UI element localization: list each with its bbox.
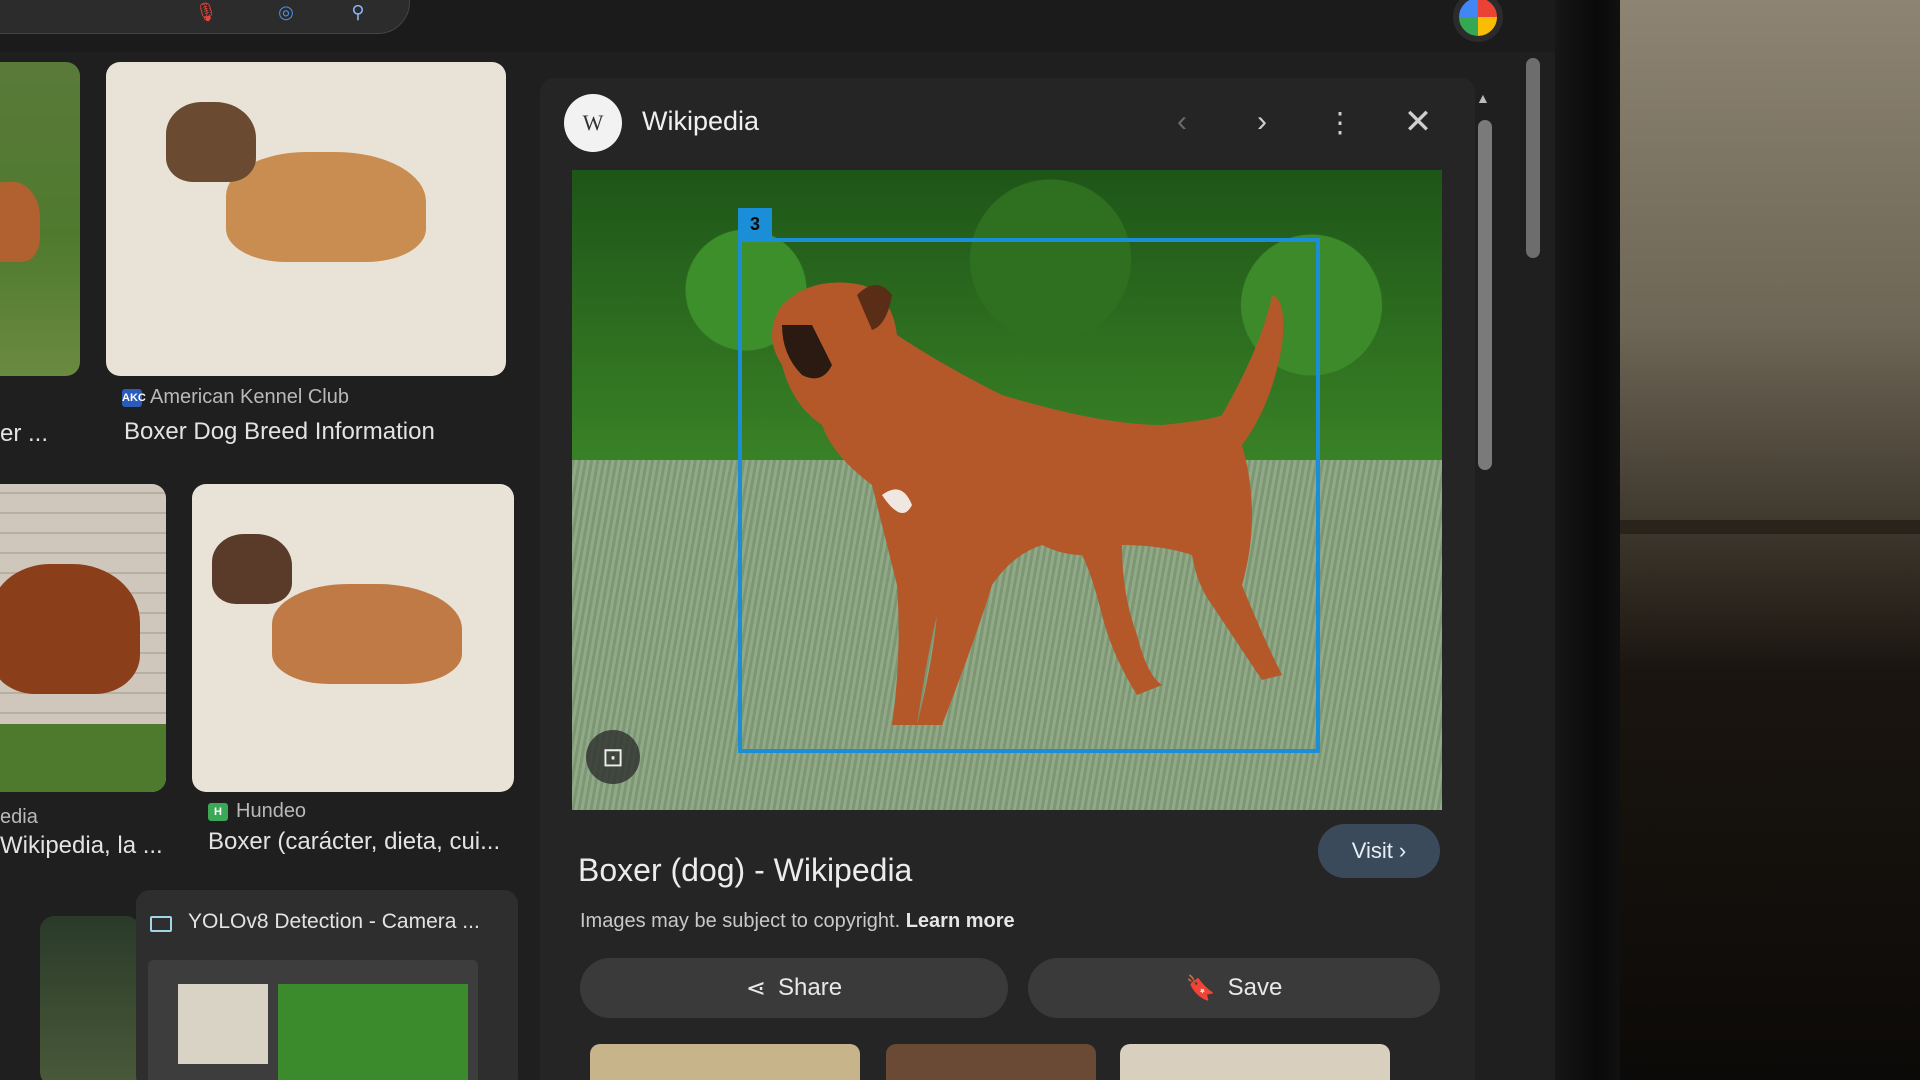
yolo-result-card[interactable]: YOLOv8 Detection - Camera ... — [136, 890, 518, 1080]
detection-label: 3 — [738, 208, 772, 240]
close-icon[interactable]: ✕ — [1396, 100, 1440, 144]
save-button[interactable]: 🔖 Save — [1028, 958, 1440, 1018]
microphone-icon[interactable]: 🎙 — [192, 0, 220, 24]
page-scrollbar[interactable] — [1526, 58, 1540, 258]
bookmark-icon: 🔖 — [1185, 974, 1216, 1002]
copyright-notice: Images may be subject to copyright. Lear… — [580, 910, 1015, 932]
more-vert-icon[interactable]: ⋮ — [1318, 100, 1362, 144]
result-image[interactable] — [40, 916, 140, 1080]
visit-button[interactable]: Visit › — [1318, 824, 1440, 878]
result-title: YOLOv8 Detection - Camera ... — [188, 910, 480, 933]
related-image[interactable] — [1120, 1044, 1390, 1080]
room-background — [1620, 0, 1920, 1080]
search-icon[interactable]: ⚲ — [344, 0, 372, 24]
related-image[interactable] — [886, 1044, 1096, 1080]
result-title[interactable]: Boxer Dog Breed Information — [124, 418, 435, 446]
learn-more-link[interactable]: Learn more — [906, 910, 1015, 932]
account-avatar[interactable] — [1453, 0, 1503, 42]
result-image[interactable] — [0, 62, 80, 376]
akc-favicon-icon: AKC — [122, 388, 146, 407]
preview-image[interactable]: 3 ⊡ — [572, 170, 1442, 810]
result-source: AKC American Kennel Club — [122, 386, 349, 408]
chevron-right-icon: › — [1398, 838, 1407, 863]
monitor-bezel — [1555, 0, 1625, 1080]
share-button[interactable]: ⋖ Share — [580, 958, 1008, 1018]
page-favicon-icon — [150, 916, 172, 932]
result-image[interactable] — [106, 62, 506, 376]
image-preview-panel: W Wikipedia ‹ › ⋮ ✕ 3 ⊡ Boxer (dog) - Wi… — [540, 78, 1475, 1080]
wikipedia-logo: W — [564, 94, 622, 152]
panel-source-name[interactable]: Wikipedia — [642, 106, 759, 137]
result-page-title[interactable]: Boxer (dog) - Wikipedia — [578, 852, 912, 889]
lens-search-icon[interactable]: ⊡ — [586, 730, 640, 784]
google-lens-icon[interactable]: ◎ — [272, 0, 300, 24]
hundeo-favicon-icon: H — [208, 802, 228, 821]
browser-screen: 🎙 ◎ ⚲ er ... AKC American Kennel Club Bo… — [0, 0, 1555, 1080]
scroll-up-icon[interactable]: ▲ — [1476, 90, 1490, 106]
chevron-left-icon[interactable]: ‹ — [1160, 100, 1204, 144]
top-bar: 🎙 ◎ ⚲ — [0, 0, 1555, 52]
related-images-row — [590, 1044, 1440, 1080]
panel-header: W Wikipedia ‹ › ⋮ ✕ — [540, 78, 1475, 168]
related-image[interactable] — [590, 1044, 860, 1080]
result-title[interactable]: Boxer (carácter, dieta, cui... — [208, 828, 518, 856]
share-icon: ⋖ — [745, 974, 767, 1002]
result-source: edia — [0, 806, 38, 828]
photo-of-monitor: 🎙 ◎ ⚲ er ... AKC American Kennel Club Bo… — [0, 0, 1920, 1080]
scroll-thumb[interactable] — [1478, 120, 1492, 470]
result-source: H Hundeo — [208, 800, 306, 823]
result-title[interactable]: Wikipedia, la ... — [0, 832, 170, 860]
panel-scrollbar[interactable]: ▲ — [1474, 90, 1496, 1080]
result-image[interactable] — [192, 484, 514, 792]
result-image[interactable] — [0, 484, 166, 792]
chevron-right-icon[interactable]: › — [1240, 100, 1284, 144]
result-title[interactable]: er ... — [0, 420, 60, 448]
detection-bounding-box — [738, 238, 1320, 753]
